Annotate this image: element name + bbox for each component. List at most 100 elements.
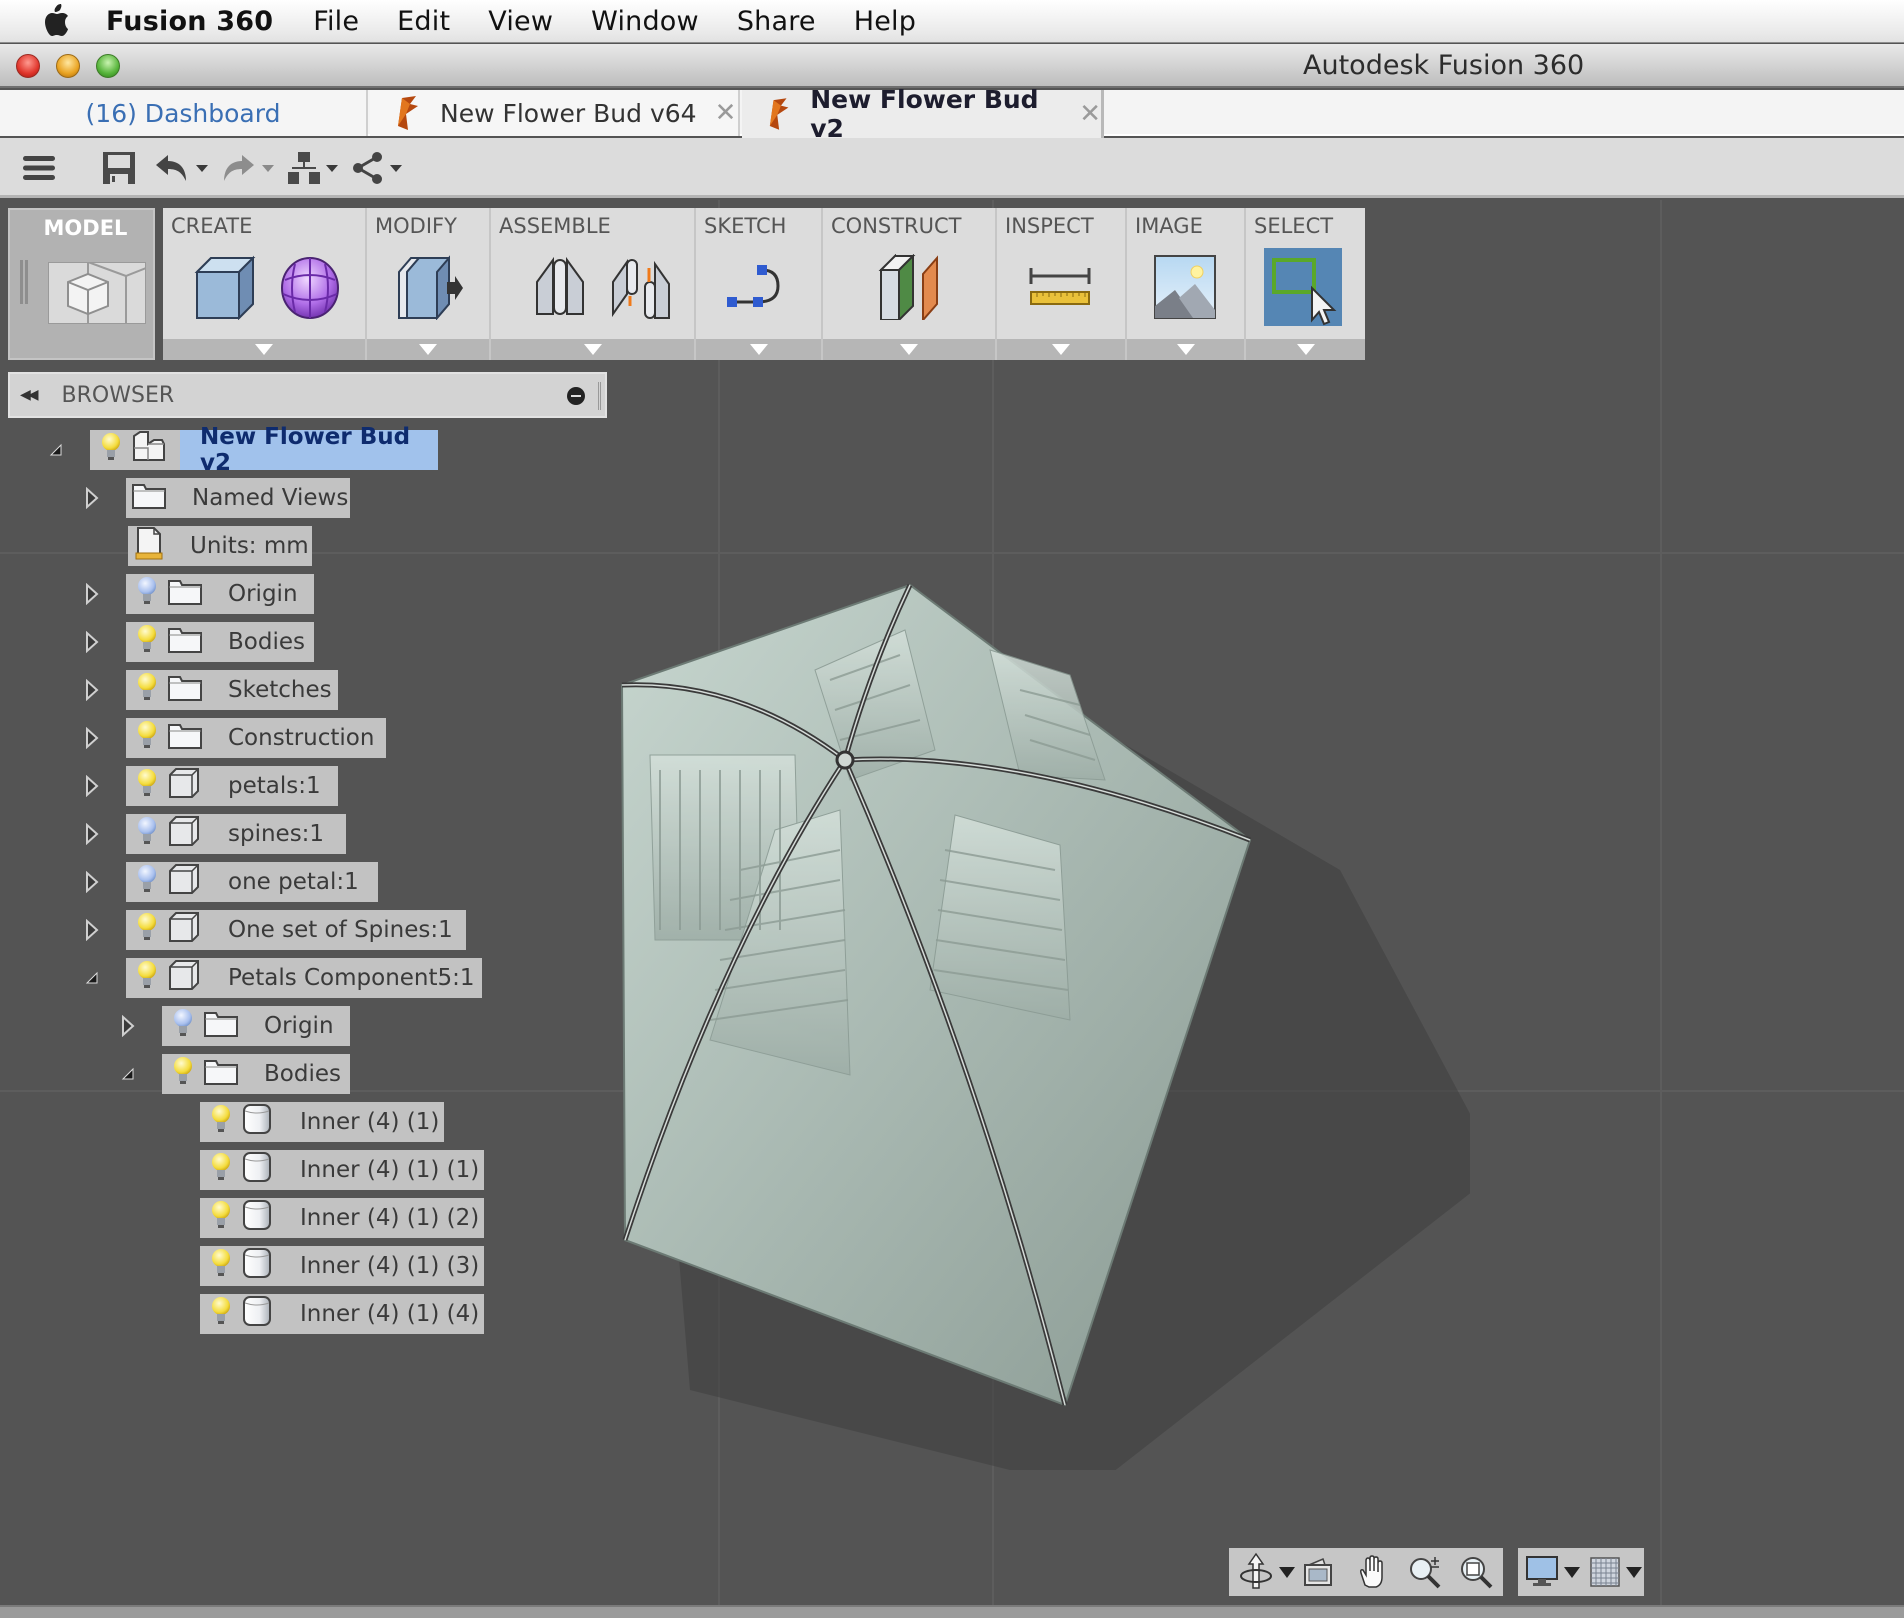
create-dropdown[interactable] bbox=[163, 339, 365, 360]
menu-edit[interactable]: Edit bbox=[397, 6, 450, 37]
browser-node[interactable]: spines:1 bbox=[126, 814, 346, 854]
browser-node[interactable]: petals:1 bbox=[126, 766, 338, 806]
collapse-node-icon[interactable] bbox=[46, 440, 66, 460]
browser-node[interactable]: Construction bbox=[126, 718, 386, 758]
browser-node[interactable]: Inner (4) (1) bbox=[200, 1102, 444, 1142]
browser-node[interactable]: One set of Spines:1 bbox=[126, 910, 466, 950]
visibility-bulb-icon[interactable] bbox=[210, 1200, 232, 1236]
visibility-bulb-icon[interactable] bbox=[136, 576, 158, 612]
inspect-dropdown[interactable] bbox=[997, 339, 1125, 360]
joint-icon[interactable] bbox=[527, 254, 593, 320]
visibility-bulb-icon[interactable] bbox=[136, 960, 158, 996]
menu-view[interactable]: View bbox=[488, 6, 553, 37]
look-at-icon[interactable] bbox=[1303, 1557, 1333, 1587]
as-built-joint-icon[interactable] bbox=[609, 254, 675, 320]
browser-node[interactable]: Bodies bbox=[162, 1054, 350, 1094]
box-icon[interactable] bbox=[191, 254, 257, 320]
visibility-bulb-icon[interactable] bbox=[172, 1056, 194, 1092]
fit-icon[interactable] bbox=[1459, 1555, 1493, 1589]
orbit-icon[interactable] bbox=[1239, 1552, 1273, 1592]
construct-dropdown[interactable] bbox=[823, 339, 995, 360]
display-settings-icon[interactable] bbox=[1526, 1556, 1558, 1588]
expand-node-icon[interactable] bbox=[82, 679, 102, 701]
zoom-window-button[interactable] bbox=[96, 54, 120, 78]
save-icon[interactable] bbox=[102, 148, 136, 188]
render-image-icon[interactable] bbox=[1153, 254, 1219, 320]
sketch-dropdown[interactable] bbox=[696, 339, 821, 360]
sphere-icon[interactable] bbox=[277, 254, 343, 320]
undo-button[interactable] bbox=[154, 148, 208, 188]
expand-node-icon[interactable] bbox=[82, 487, 102, 509]
tab-dashboard[interactable]: (16) Dashboard bbox=[0, 90, 368, 136]
browser-node[interactable]: Units: mm bbox=[128, 526, 312, 566]
select-dropdown[interactable] bbox=[1246, 339, 1365, 360]
tab-close-icon[interactable]: ✕ bbox=[715, 98, 737, 128]
close-window-button[interactable] bbox=[16, 54, 40, 78]
orbit-dropdown-icon[interactable] bbox=[1279, 1566, 1295, 1578]
redo-button[interactable] bbox=[220, 148, 274, 188]
grid-settings-icon[interactable] bbox=[1590, 1557, 1620, 1587]
visibility-bulb-icon[interactable] bbox=[136, 768, 158, 804]
visibility-bulb-icon[interactable] bbox=[210, 1296, 232, 1332]
grid-dropdown-icon[interactable] bbox=[1626, 1566, 1642, 1578]
browser-node[interactable]: Sketches bbox=[126, 670, 338, 710]
assembly-dropdown-icon[interactable] bbox=[326, 164, 338, 172]
visibility-bulb-icon[interactable] bbox=[210, 1248, 232, 1284]
browser-node[interactable]: Origin bbox=[162, 1006, 350, 1046]
workspace-switcher[interactable]: MODEL bbox=[8, 208, 155, 360]
visibility-bulb-icon[interactable] bbox=[210, 1152, 232, 1188]
redo-dropdown-icon[interactable] bbox=[262, 164, 274, 172]
minimize-window-button[interactable] bbox=[56, 54, 80, 78]
collapse-node-icon[interactable] bbox=[118, 1064, 138, 1084]
sketch-curve-icon[interactable] bbox=[726, 254, 792, 320]
tab-new-flower-bud-v2[interactable]: New Flower Bud v2 ✕ bbox=[742, 85, 1104, 143]
tab-new-flower-bud-v64[interactable]: New Flower Bud v64 ✕ bbox=[370, 90, 740, 136]
menu-share[interactable]: Share bbox=[737, 6, 816, 37]
ribbon-grip-handle[interactable] bbox=[20, 260, 28, 304]
assemble-dropdown[interactable] bbox=[491, 339, 694, 360]
expand-node-icon[interactable] bbox=[82, 919, 102, 941]
share-dropdown-icon[interactable] bbox=[390, 164, 402, 172]
press-pull-icon[interactable] bbox=[397, 254, 463, 320]
visibility-bulb-icon[interactable] bbox=[210, 1104, 232, 1140]
visibility-bulb-icon[interactable] bbox=[136, 864, 158, 900]
browser-node[interactable]: Inner (4) (1) (3) bbox=[200, 1246, 484, 1286]
share-button[interactable] bbox=[352, 148, 402, 188]
browser-minimize-icon[interactable] bbox=[567, 387, 585, 405]
menu-app-name[interactable]: Fusion 360 bbox=[106, 6, 273, 37]
browser-node[interactable]: Inner (4) (1) (2) bbox=[200, 1198, 484, 1238]
collapse-node-icon[interactable] bbox=[82, 968, 102, 988]
visibility-bulb-icon[interactable] bbox=[100, 432, 122, 468]
modify-dropdown[interactable] bbox=[367, 339, 489, 360]
plane-icon[interactable] bbox=[877, 254, 943, 320]
image-dropdown[interactable] bbox=[1127, 339, 1244, 360]
expand-node-icon[interactable] bbox=[82, 583, 102, 605]
collapse-browser-icon[interactable]: ◀◀ bbox=[20, 387, 38, 403]
expand-node-icon[interactable] bbox=[82, 631, 102, 653]
pan-icon[interactable] bbox=[1357, 1555, 1387, 1589]
browser-node[interactable]: Named Views bbox=[126, 478, 350, 518]
browser-node[interactable]: Inner (4) (1) (1) bbox=[200, 1150, 484, 1190]
visibility-bulb-icon[interactable] bbox=[136, 720, 158, 756]
browser-node[interactable]: one petal:1 bbox=[126, 862, 378, 902]
select-window-button[interactable] bbox=[1264, 248, 1342, 326]
browser-node[interactable]: New Flower Bud v2 bbox=[90, 424, 438, 476]
expand-node-icon[interactable] bbox=[82, 727, 102, 749]
menu-file[interactable]: File bbox=[313, 6, 359, 37]
expand-node-icon[interactable] bbox=[82, 823, 102, 845]
display-dropdown-icon[interactable] bbox=[1564, 1566, 1580, 1578]
flower-bud-model[interactable] bbox=[600, 570, 1470, 1470]
expand-node-icon[interactable] bbox=[82, 775, 102, 797]
measure-icon[interactable] bbox=[1027, 254, 1093, 320]
expand-node-icon[interactable] bbox=[82, 871, 102, 893]
visibility-bulb-icon[interactable] bbox=[136, 816, 158, 852]
visibility-bulb-icon[interactable] bbox=[136, 912, 158, 948]
visibility-bulb-icon[interactable] bbox=[136, 672, 158, 708]
undo-dropdown-icon[interactable] bbox=[196, 164, 208, 172]
zoom-icon[interactable] bbox=[1409, 1555, 1443, 1589]
menu-window[interactable]: Window bbox=[591, 6, 699, 37]
browser-node[interactable]: Petals Component5:1 bbox=[126, 958, 482, 998]
tab-close-icon[interactable]: ✕ bbox=[1079, 99, 1101, 129]
visibility-bulb-icon[interactable] bbox=[172, 1008, 194, 1044]
expand-node-icon[interactable] bbox=[118, 1015, 138, 1037]
